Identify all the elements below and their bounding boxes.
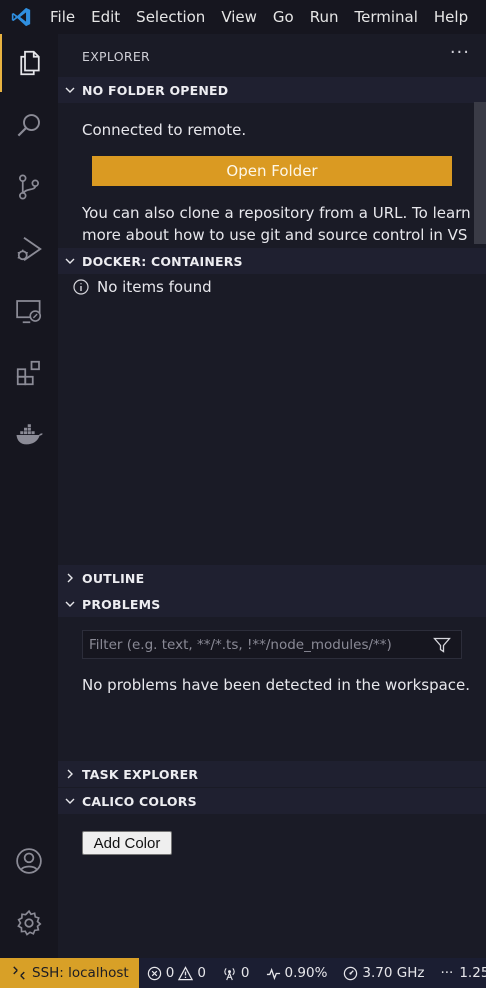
run-debug-activity-button[interactable] <box>0 220 58 278</box>
manage-activity-button[interactable] <box>0 894 58 952</box>
connected-message: Connected to remote. <box>82 121 247 139</box>
cpu-frequency-status[interactable]: 3.70 GHz <box>335 965 432 981</box>
remote-explorer-icon <box>16 300 42 324</box>
sidebar-header: EXPLORER ··· <box>58 34 486 78</box>
menu-bar: File Edit Selection View Go Run Terminal… <box>0 0 486 34</box>
search-activity-button[interactable] <box>0 96 58 154</box>
error-count: 0 <box>165 965 175 981</box>
problems-message: No problems have been detected in the wo… <box>82 676 471 694</box>
pulse-icon <box>266 967 280 980</box>
menu-help[interactable]: Help <box>426 0 476 34</box>
status-bar: SSH: localhost 0 0 0 0.90% 3.70 GHz ··· … <box>0 958 486 988</box>
explorer-sidebar: EXPLORER ··· NO FOLDER OPENED Connected … <box>58 34 486 958</box>
problems-title: PROBLEMS <box>82 596 161 612</box>
filter-icon[interactable] <box>433 636 451 654</box>
search-icon <box>17 114 40 137</box>
no-folder-section-header[interactable]: NO FOLDER OPENED <box>58 77 486 103</box>
docker-section-header[interactable]: DOCKER: CONTAINERS <box>58 248 486 274</box>
chevron-down-icon <box>58 788 82 814</box>
run-debug-icon <box>17 236 42 262</box>
load-status[interactable]: ··· 1.25 <box>432 965 486 981</box>
chevron-down-icon <box>58 77 82 103</box>
menu-selection[interactable]: Selection <box>128 0 213 34</box>
clone-message-line1: You can also clone a repository from a U… <box>82 204 471 222</box>
more-actions-button[interactable]: ··· <box>450 42 470 63</box>
docker-icon <box>16 424 43 445</box>
menu-run[interactable]: Run <box>302 0 347 34</box>
menu-file[interactable]: File <box>42 0 83 34</box>
menu-edit[interactable]: Edit <box>83 0 128 34</box>
source-control-activity-button[interactable] <box>0 158 58 216</box>
chevron-right-icon <box>58 761 82 787</box>
problems-filter <box>82 630 462 659</box>
broadcast-icon <box>224 967 235 980</box>
activity-bar <box>0 34 58 958</box>
chevron-right-icon <box>58 565 82 591</box>
cpu-usage: 0.90% <box>284 965 328 981</box>
warning-count: 0 <box>197 965 206 981</box>
chevron-down-icon <box>58 591 82 617</box>
menu-go[interactable]: Go <box>265 0 302 34</box>
chevron-down-icon <box>58 248 82 274</box>
calico-colors-title: CALICO COLORS <box>82 793 197 809</box>
task-explorer-title: TASK EXPLORER <box>82 766 199 782</box>
problems-section-header[interactable]: PROBLEMS <box>58 591 486 617</box>
no-folder-title: NO FOLDER OPENED <box>82 82 229 98</box>
more-icon: ··· <box>440 965 454 981</box>
dashboard-icon <box>344 966 358 980</box>
remote-explorer-activity-button[interactable] <box>0 282 58 340</box>
remote-icon <box>13 966 25 980</box>
source-control-icon <box>18 174 39 200</box>
load-value: 1.25 <box>459 965 486 981</box>
menu-terminal[interactable]: Terminal <box>347 0 426 34</box>
outline-section-header[interactable]: OUTLINE <box>58 565 486 591</box>
sidebar-title: EXPLORER <box>82 48 151 64</box>
calico-colors-section-header[interactable]: CALICO COLORS <box>58 788 486 814</box>
problems-status[interactable]: 0 0 <box>139 965 214 981</box>
add-color-button[interactable]: Add Color <box>82 831 172 855</box>
clone-message-line2: more about how to use git and source con… <box>82 226 468 244</box>
ports-count: 0 <box>240 965 250 981</box>
menu-view[interactable]: View <box>213 0 265 34</box>
remote-label: SSH: localhost <box>32 965 129 981</box>
remote-indicator[interactable]: SSH: localhost <box>0 958 139 988</box>
gear-icon <box>17 909 42 936</box>
scrollbar[interactable] <box>474 102 486 244</box>
extensions-icon <box>16 360 40 386</box>
problems-filter-input[interactable] <box>89 636 419 653</box>
task-explorer-section-header[interactable]: TASK EXPLORER <box>58 761 486 787</box>
ports-status[interactable]: 0 <box>214 965 258 981</box>
docker-empty-message: No items found <box>97 278 212 296</box>
open-folder-button[interactable]: Open Folder <box>92 156 452 186</box>
docker-title: DOCKER: CONTAINERS <box>82 253 243 269</box>
outline-title: OUTLINE <box>82 570 145 586</box>
account-icon <box>16 848 42 874</box>
error-icon <box>147 966 161 980</box>
cpu-usage-status[interactable]: 0.90% <box>258 965 336 981</box>
info-icon <box>72 278 90 296</box>
vscode-logo-icon <box>0 0 42 34</box>
docker-activity-button[interactable] <box>0 406 58 464</box>
warning-icon <box>178 965 194 980</box>
accounts-activity-button[interactable] <box>0 832 58 890</box>
extensions-activity-button[interactable] <box>0 344 58 402</box>
files-icon <box>20 50 40 76</box>
cpu-frequency: 3.70 GHz <box>362 965 425 981</box>
explorer-activity-button[interactable] <box>0 34 58 92</box>
